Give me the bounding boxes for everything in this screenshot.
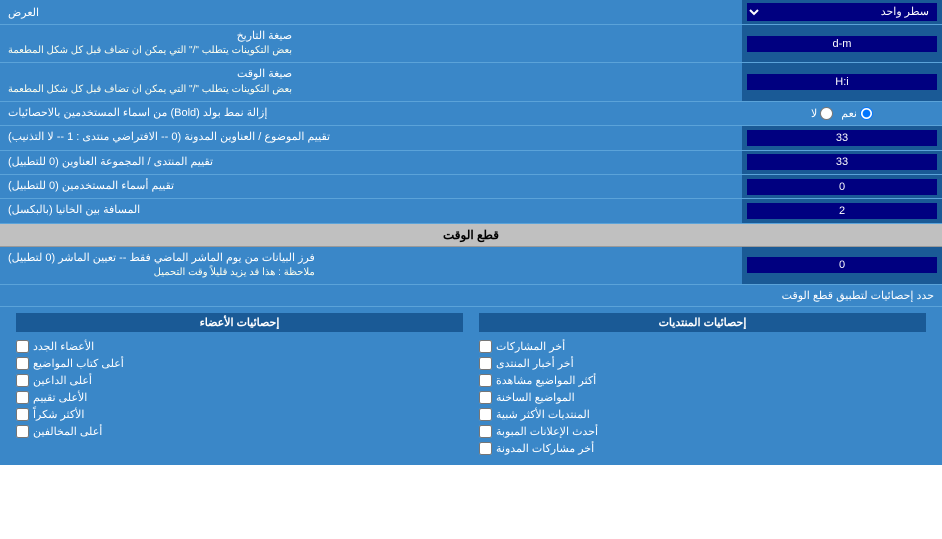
list-item: المنتديات الأكثر شبية	[479, 406, 926, 423]
list-item: أعلى كتاب المواضيع	[16, 355, 463, 372]
col2-header: إحصائيات الأعضاء	[16, 313, 463, 332]
topics-limit-row: تقييم الموضوع / العناوين المدونة (0 -- ا…	[0, 126, 942, 150]
checkbox-most-thanked[interactable]	[16, 408, 29, 421]
bold-radio-cell: نعم لا	[742, 102, 942, 125]
checkbox-top-violators[interactable]	[16, 425, 29, 438]
date-format-input-cell	[742, 25, 942, 62]
checkbox-forum-news[interactable]	[479, 357, 492, 370]
checkbox-top-inviters[interactable]	[16, 374, 29, 387]
bold-label: إزالة نمط بولد (Bold) من اسماء المستخدمي…	[0, 102, 742, 125]
list-item: أعلى المخالفين	[16, 423, 463, 440]
bold-row: نعم لا إزالة نمط بولد (Bold) من اسماء ال…	[0, 102, 942, 126]
list-item: أحدث الإعلانات المبوبة	[479, 423, 926, 440]
list-item: أخر مشاركات المدونة	[479, 440, 926, 457]
col1-header: إحصائيات المنتديات	[479, 313, 926, 332]
checkbox-last-posts[interactable]	[479, 340, 492, 353]
spacing-input[interactable]	[747, 203, 937, 219]
time-format-row: صيغة الوقت بعض التكوينات يتطلب "/" التي …	[0, 63, 942, 101]
checkbox-popular-forums[interactable]	[479, 408, 492, 421]
forum-limit-input[interactable]	[747, 154, 937, 170]
spacing-input-cell	[742, 199, 942, 222]
bold-radio-no-label: لا	[811, 107, 833, 120]
list-item: أخر المشاركات	[479, 338, 926, 355]
time-format-input[interactable]	[747, 74, 937, 90]
checkbox-hot-topics[interactable]	[479, 391, 492, 404]
topics-limit-input-cell	[742, 126, 942, 149]
date-format-label: صيغة التاريخ بعض التكوينات يتطلب "/" الت…	[0, 25, 742, 62]
users-limit-label: تقييم أسماء المستخدمين (0 للتطبيل)	[0, 175, 742, 198]
list-item: أعلى الداعين	[16, 372, 463, 389]
list-item: الأعضاء الجدد	[16, 338, 463, 355]
date-format-input[interactable]	[747, 36, 937, 52]
forum-limit-row: تقييم المنتدى / المجموعة العناوين (0 للت…	[0, 151, 942, 175]
filter-row: فرز البيانات من يوم الماشر الماضي فقط --…	[0, 247, 942, 285]
time-format-input-cell	[742, 63, 942, 100]
checkbox-new-members[interactable]	[16, 340, 29, 353]
filter-label: فرز البيانات من يوم الماشر الماضي فقط --…	[0, 247, 742, 284]
date-format-row: صيغة التاريخ بعض التكوينات يتطلب "/" الت…	[0, 25, 942, 63]
filter-input[interactable]	[747, 257, 937, 273]
top-bar-row: سطر واحد سطران ثلاثة أسطر العرض	[0, 0, 942, 25]
spacing-label: المسافة بين الخانيا (بالبكسل)	[0, 199, 742, 222]
forum-limit-label: تقييم المنتدى / المجموعة العناوين (0 للت…	[0, 151, 742, 174]
checkboxes-col1: أخر المشاركات أخر أخبار المنتدى أكثر الم…	[471, 336, 934, 459]
list-item: الأكثر شكراً	[16, 406, 463, 423]
checkboxes-section: إحصائيات المنتديات إحصائيات الأعضاء أخر …	[0, 307, 942, 465]
bold-radio-yes-label: نعم	[841, 107, 873, 120]
display-select-cell: سطر واحد سطران ثلاثة أسطر	[742, 0, 942, 24]
users-limit-input[interactable]	[747, 179, 937, 195]
users-limit-input-cell	[742, 175, 942, 198]
bold-radio-yes[interactable]	[860, 107, 873, 120]
forum-limit-input-cell	[742, 151, 942, 174]
time-cut-header: قطع الوقت	[0, 224, 942, 247]
list-item: المواضيع الساخنة	[479, 389, 926, 406]
checkbox-most-viewed[interactable]	[479, 374, 492, 387]
users-limit-row: تقييم أسماء المستخدمين (0 للتطبيل)	[0, 175, 942, 199]
limit-label-row: حدد إحصائيات لتطبيق قطع الوقت	[0, 285, 942, 307]
topics-limit-label: تقييم الموضوع / العناوين المدونة (0 -- ا…	[0, 126, 742, 149]
checkbox-announcements[interactable]	[479, 425, 492, 438]
topics-limit-input[interactable]	[747, 130, 937, 146]
display-select[interactable]: سطر واحد سطران ثلاثة أسطر	[747, 3, 937, 21]
checkbox-blog-posts[interactable]	[479, 442, 492, 455]
list-item: أكثر المواضيع مشاهدة	[479, 372, 926, 389]
bold-radio-no[interactable]	[820, 107, 833, 120]
list-item: أخر أخبار المنتدى	[479, 355, 926, 372]
display-label: العرض	[0, 0, 742, 24]
time-format-label: صيغة الوقت بعض التكوينات يتطلب "/" التي …	[0, 63, 742, 100]
checkboxes-headers-row: إحصائيات المنتديات إحصائيات الأعضاء	[8, 313, 934, 336]
checkbox-top-writers[interactable]	[16, 357, 29, 370]
spacing-row: المسافة بين الخانيا (بالبكسل)	[0, 199, 942, 223]
filter-input-cell	[742, 247, 942, 284]
list-item: الأعلى تقييم	[16, 389, 463, 406]
checkbox-top-rated[interactable]	[16, 391, 29, 404]
checkboxes-content-row: أخر المشاركات أخر أخبار المنتدى أكثر الم…	[8, 336, 934, 459]
checkboxes-col2: الأعضاء الجدد أعلى كتاب المواضيع أعلى ال…	[8, 336, 471, 459]
